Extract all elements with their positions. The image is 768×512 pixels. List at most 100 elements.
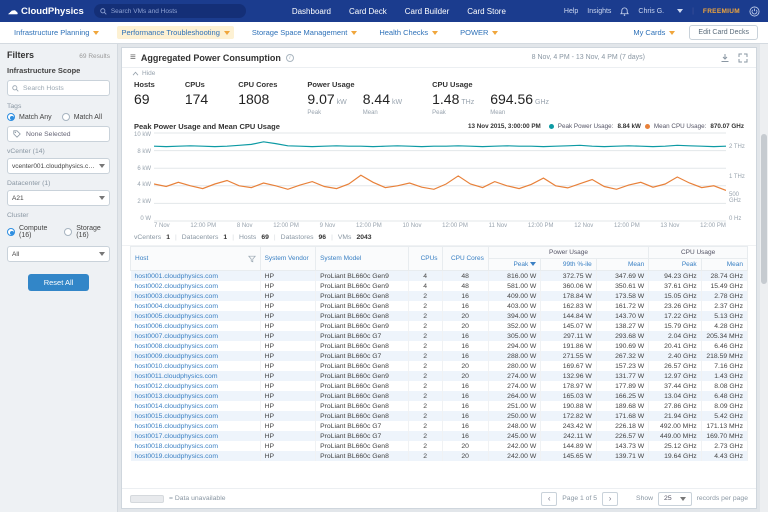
host-link[interactable]: host0010.cloudphysics.com: [130, 361, 261, 371]
x-tick-label: 12:00 PM: [273, 223, 299, 229]
scrollbar-thumb[interactable]: [761, 134, 767, 284]
host-link[interactable]: host0015.cloudphysics.com: [130, 411, 261, 421]
top-navbar: ☁ CloudPhysics Search VMs and Hosts Dash…: [0, 0, 768, 22]
edit-card-decks-button[interactable]: Edit Card Decks: [689, 25, 758, 40]
table-cell: 2: [408, 351, 443, 361]
subnav-item-infrastructure-planning[interactable]: Infrastructure Planning: [10, 26, 103, 39]
table-cell: 7.16 GHz: [701, 361, 749, 371]
table-cell: 242.11 W: [540, 431, 597, 441]
match-any-radio[interactable]: Match Any Match All: [7, 113, 110, 121]
summary-label-datastores: Datastores: [280, 234, 314, 241]
storage-radio[interactable]: Storage (16): [64, 225, 110, 239]
host-link[interactable]: host0006.cloudphysics.com: [130, 321, 261, 331]
subnav-item-performance-troubleshooting[interactable]: Performance Troubleshooting: [117, 26, 234, 39]
host-link[interactable]: host0011.cloudphysics.com: [130, 371, 261, 381]
expand-icon[interactable]: [738, 53, 748, 63]
col-header-power-peak[interactable]: Peak: [487, 258, 542, 271]
user-menu[interactable]: Chris G.: [638, 8, 664, 15]
host-link[interactable]: host0003.cloudphysics.com: [130, 291, 261, 301]
table-cell: 305.00 W: [488, 331, 542, 341]
prev-page-button[interactable]: ‹: [541, 491, 558, 506]
my-cards-menu[interactable]: My Cards: [629, 26, 679, 39]
cluster-select[interactable]: All: [7, 246, 110, 262]
table-row: host0003.cloudphysics.com HP ProLiant BL66…: [130, 291, 749, 301]
bell-icon[interactable]: [620, 6, 630, 16]
x-tick-label: 12:00 PM: [700, 223, 726, 229]
topnav-item-card-store[interactable]: Card Store: [467, 7, 506, 16]
host-link[interactable]: host0019.cloudphysics.com: [130, 451, 261, 461]
host-link[interactable]: host0007.cloudphysics.com: [130, 331, 261, 341]
y-axis-right: 2 THz 1 THz 500 GHz 0 Hz: [726, 132, 750, 222]
table-cell: HP: [260, 351, 317, 361]
host-link[interactable]: host0018.cloudphysics.com: [130, 441, 261, 451]
col-header-cpu-peak[interactable]: Peak: [648, 258, 702, 271]
subnav-item-power[interactable]: POWER: [456, 26, 502, 39]
subnav-item-storage-space-management[interactable]: Storage Space Management: [248, 26, 361, 39]
table-cell: 372.75 W: [540, 270, 597, 281]
tag-selector[interactable]: None Selected: [7, 126, 110, 142]
host-link[interactable]: host0005.cloudphysics.com: [130, 311, 261, 321]
datacenter-select[interactable]: A21: [7, 190, 110, 206]
reset-all-button[interactable]: Reset All: [27, 274, 90, 291]
host-link[interactable]: host0013.cloudphysics.com: [130, 391, 261, 401]
compute-radio[interactable]: Compute (16): [7, 225, 56, 239]
host-link[interactable]: host0008.cloudphysics.com: [130, 341, 261, 351]
col-header-model[interactable]: System Model: [315, 246, 409, 271]
host-search-input[interactable]: Search Hosts: [7, 80, 110, 96]
vcenter-select[interactable]: vcenter001.cloudphysics.com: [7, 158, 110, 174]
table-cell: 271.55 W: [540, 351, 597, 361]
table-cell: 2: [408, 291, 443, 301]
table-row: host0010.cloudphysics.com HP ProLiant BL66…: [130, 361, 749, 371]
table-cell: 352.00 W: [488, 321, 542, 331]
host-link[interactable]: host0014.cloudphysics.com: [130, 401, 261, 411]
date-range[interactable]: 8 Nov, 4 PM - 13 Nov, 4 PM (7 days): [532, 54, 645, 61]
filter-funnel-icon[interactable]: [247, 255, 256, 263]
col-header-host[interactable]: Host: [130, 246, 261, 271]
card-menu-icon[interactable]: ≡: [130, 52, 136, 63]
col-header-cores[interactable]: CPU Cores: [441, 246, 489, 271]
insights-link[interactable]: Insights: [587, 8, 611, 15]
table-cell: ProLiant BL660c Gen8: [315, 391, 409, 401]
topnav-item-card-deck[interactable]: Card Deck: [349, 7, 387, 16]
host-link[interactable]: host0002.cloudphysics.com: [130, 281, 261, 291]
topnav-item-dashboard[interactable]: Dashboard: [292, 7, 331, 16]
topnav-item-card-builder[interactable]: Card Builder: [405, 7, 449, 16]
line-chart: 10 kW 8 kW 6 kW 4 kW 2 kW 0 W 2 THz 1 THz 500 G…: [122, 132, 756, 222]
col-header-power-mean[interactable]: Mean: [595, 258, 650, 271]
page-size-select[interactable]: 25: [658, 491, 692, 506]
host-link[interactable]: host0016.cloudphysics.com: [130, 421, 261, 431]
info-icon[interactable]: i: [285, 53, 294, 62]
host-link[interactable]: host0012.cloudphysics.com: [130, 381, 261, 391]
table-cell: 189.68 W: [596, 401, 650, 411]
page-scrollbar[interactable]: [760, 44, 768, 512]
help-link[interactable]: Help: [564, 8, 578, 15]
chart-plot-area[interactable]: [154, 132, 726, 222]
table-cell: 16: [442, 301, 489, 311]
search-placeholder: Search VMs and Hosts: [110, 7, 178, 15]
next-page-button[interactable]: ›: [602, 491, 619, 506]
table-cell: 245.00 W: [488, 431, 542, 441]
host-link[interactable]: host0001.cloudphysics.com: [130, 270, 261, 281]
host-link[interactable]: host0004.cloudphysics.com: [130, 301, 261, 311]
global-search-input[interactable]: Search VMs and Hosts: [93, 4, 246, 18]
chevron-down-icon: [99, 196, 105, 200]
hide-toggle[interactable]: Hide: [122, 68, 756, 79]
radio-selected-icon: [7, 228, 15, 236]
host-link[interactable]: host0009.cloudphysics.com: [130, 351, 261, 361]
col-header-cpus[interactable]: CPUs: [407, 246, 443, 271]
table-cell: 16: [442, 411, 489, 421]
col-header-vendor[interactable]: System Vendor: [259, 246, 317, 271]
download-icon[interactable]: [720, 53, 730, 63]
radio-icon[interactable]: [61, 113, 70, 121]
table-cell: 169.70 MHz: [701, 431, 749, 441]
subnav-item-health-checks[interactable]: Health Checks: [375, 26, 442, 39]
host-link[interactable]: host0017.cloudphysics.com: [130, 431, 261, 441]
table-cell: 297.11 W: [540, 331, 597, 341]
table-cell: HP: [260, 421, 317, 431]
table-cell: 409.00 W: [488, 291, 542, 301]
table-cell: 178.84 W: [540, 291, 597, 301]
col-header-power-p99[interactable]: 99th %-ile: [540, 258, 597, 271]
brand-logo[interactable]: ☁ CloudPhysics: [8, 6, 84, 17]
col-header-cpu-mean[interactable]: Mean: [700, 258, 749, 271]
power-icon[interactable]: [749, 6, 760, 17]
